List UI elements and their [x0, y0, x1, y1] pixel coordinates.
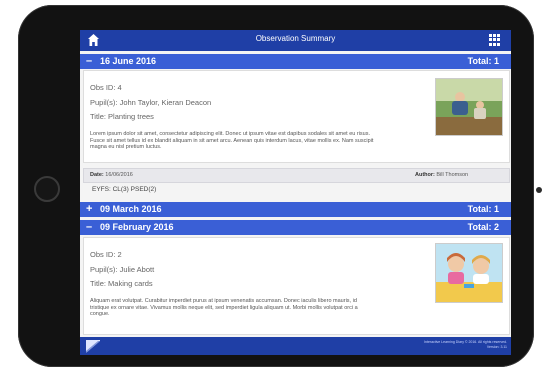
collapse-icon[interactable]: – [86, 221, 92, 233]
tablet-camera [536, 187, 542, 193]
date-field: Date: 16/06/2016 [90, 172, 133, 178]
tablet-home-button[interactable] [34, 176, 60, 202]
copyright-text: Interactive Learning Diary © 2016. All r… [424, 340, 507, 349]
section-date: 09 February 2016 [100, 222, 174, 232]
observation-photo[interactable] [435, 243, 503, 303]
observation-card[interactable]: Obs ID: 2 Pupil(s): Julie Abott Title: M… [83, 237, 510, 335]
obs-title: Title: Making cards [90, 279, 153, 288]
section-total: Total: 2 [467, 222, 499, 232]
observation-card[interactable]: Obs ID: 4 Pupil(s): John Taylor, Kieran … [83, 70, 510, 163]
obs-body: Aliquam erat volutpat. Curabitur imperdi… [90, 298, 358, 317]
author-value: Bill Thomson [436, 172, 469, 178]
section-total: Total: 1 [467, 56, 499, 66]
obs-meta-bar: Date: 16/06/2016 Author: Bill Thomson [83, 168, 510, 183]
section-total: Total: 1 [467, 204, 499, 214]
expand-icon[interactable]: + [86, 203, 92, 215]
footer-bar: Interactive Learning Diary © 2016. All r… [80, 337, 511, 355]
obs-id: Obs ID: 4 [90, 83, 122, 92]
date-value: 16/06/2016 [105, 172, 133, 178]
date-label: Date: [90, 172, 104, 178]
version-line: Version: 3.11 [486, 344, 507, 349]
observation-photo[interactable] [435, 78, 503, 136]
section-date: 16 June 2016 [100, 56, 157, 66]
section-header-february[interactable]: – 09 February 2016 Total: 2 [80, 220, 511, 235]
app-logo-icon [86, 340, 100, 353]
section-header-june[interactable]: – 16 June 2016 Total: 1 [80, 54, 511, 69]
eyfs-tags: EYFS: CL(3) PSED(2) [92, 186, 157, 193]
page-title: Observation Summary [255, 34, 336, 43]
obs-title: Title: Planting trees [90, 112, 154, 121]
obs-pupils: Pupil(s): Julie Abott [90, 265, 155, 274]
author-field: Author: Bill Thomson [415, 172, 468, 178]
section-date: 09 March 2016 [100, 204, 162, 214]
author-label: Author: [415, 172, 435, 178]
app-screen: Observation Summary – 16 June 2016 Total… [80, 30, 511, 355]
obs-pupils: Pupil(s): John Taylor, Kieran Deacon [90, 98, 212, 107]
top-bar: Observation Summary [80, 30, 511, 51]
obs-id: Obs ID: 2 [90, 250, 122, 259]
obs-body: Lorem ipsum dolor sit amet, consectetur … [90, 131, 374, 150]
collapse-icon[interactable]: – [86, 55, 92, 67]
copyright-line: Interactive Learning Diary © 2016. All r… [424, 340, 507, 344]
grid-menu-icon[interactable] [489, 34, 501, 46]
section-header-march[interactable]: + 09 March 2016 Total: 1 [80, 202, 511, 217]
